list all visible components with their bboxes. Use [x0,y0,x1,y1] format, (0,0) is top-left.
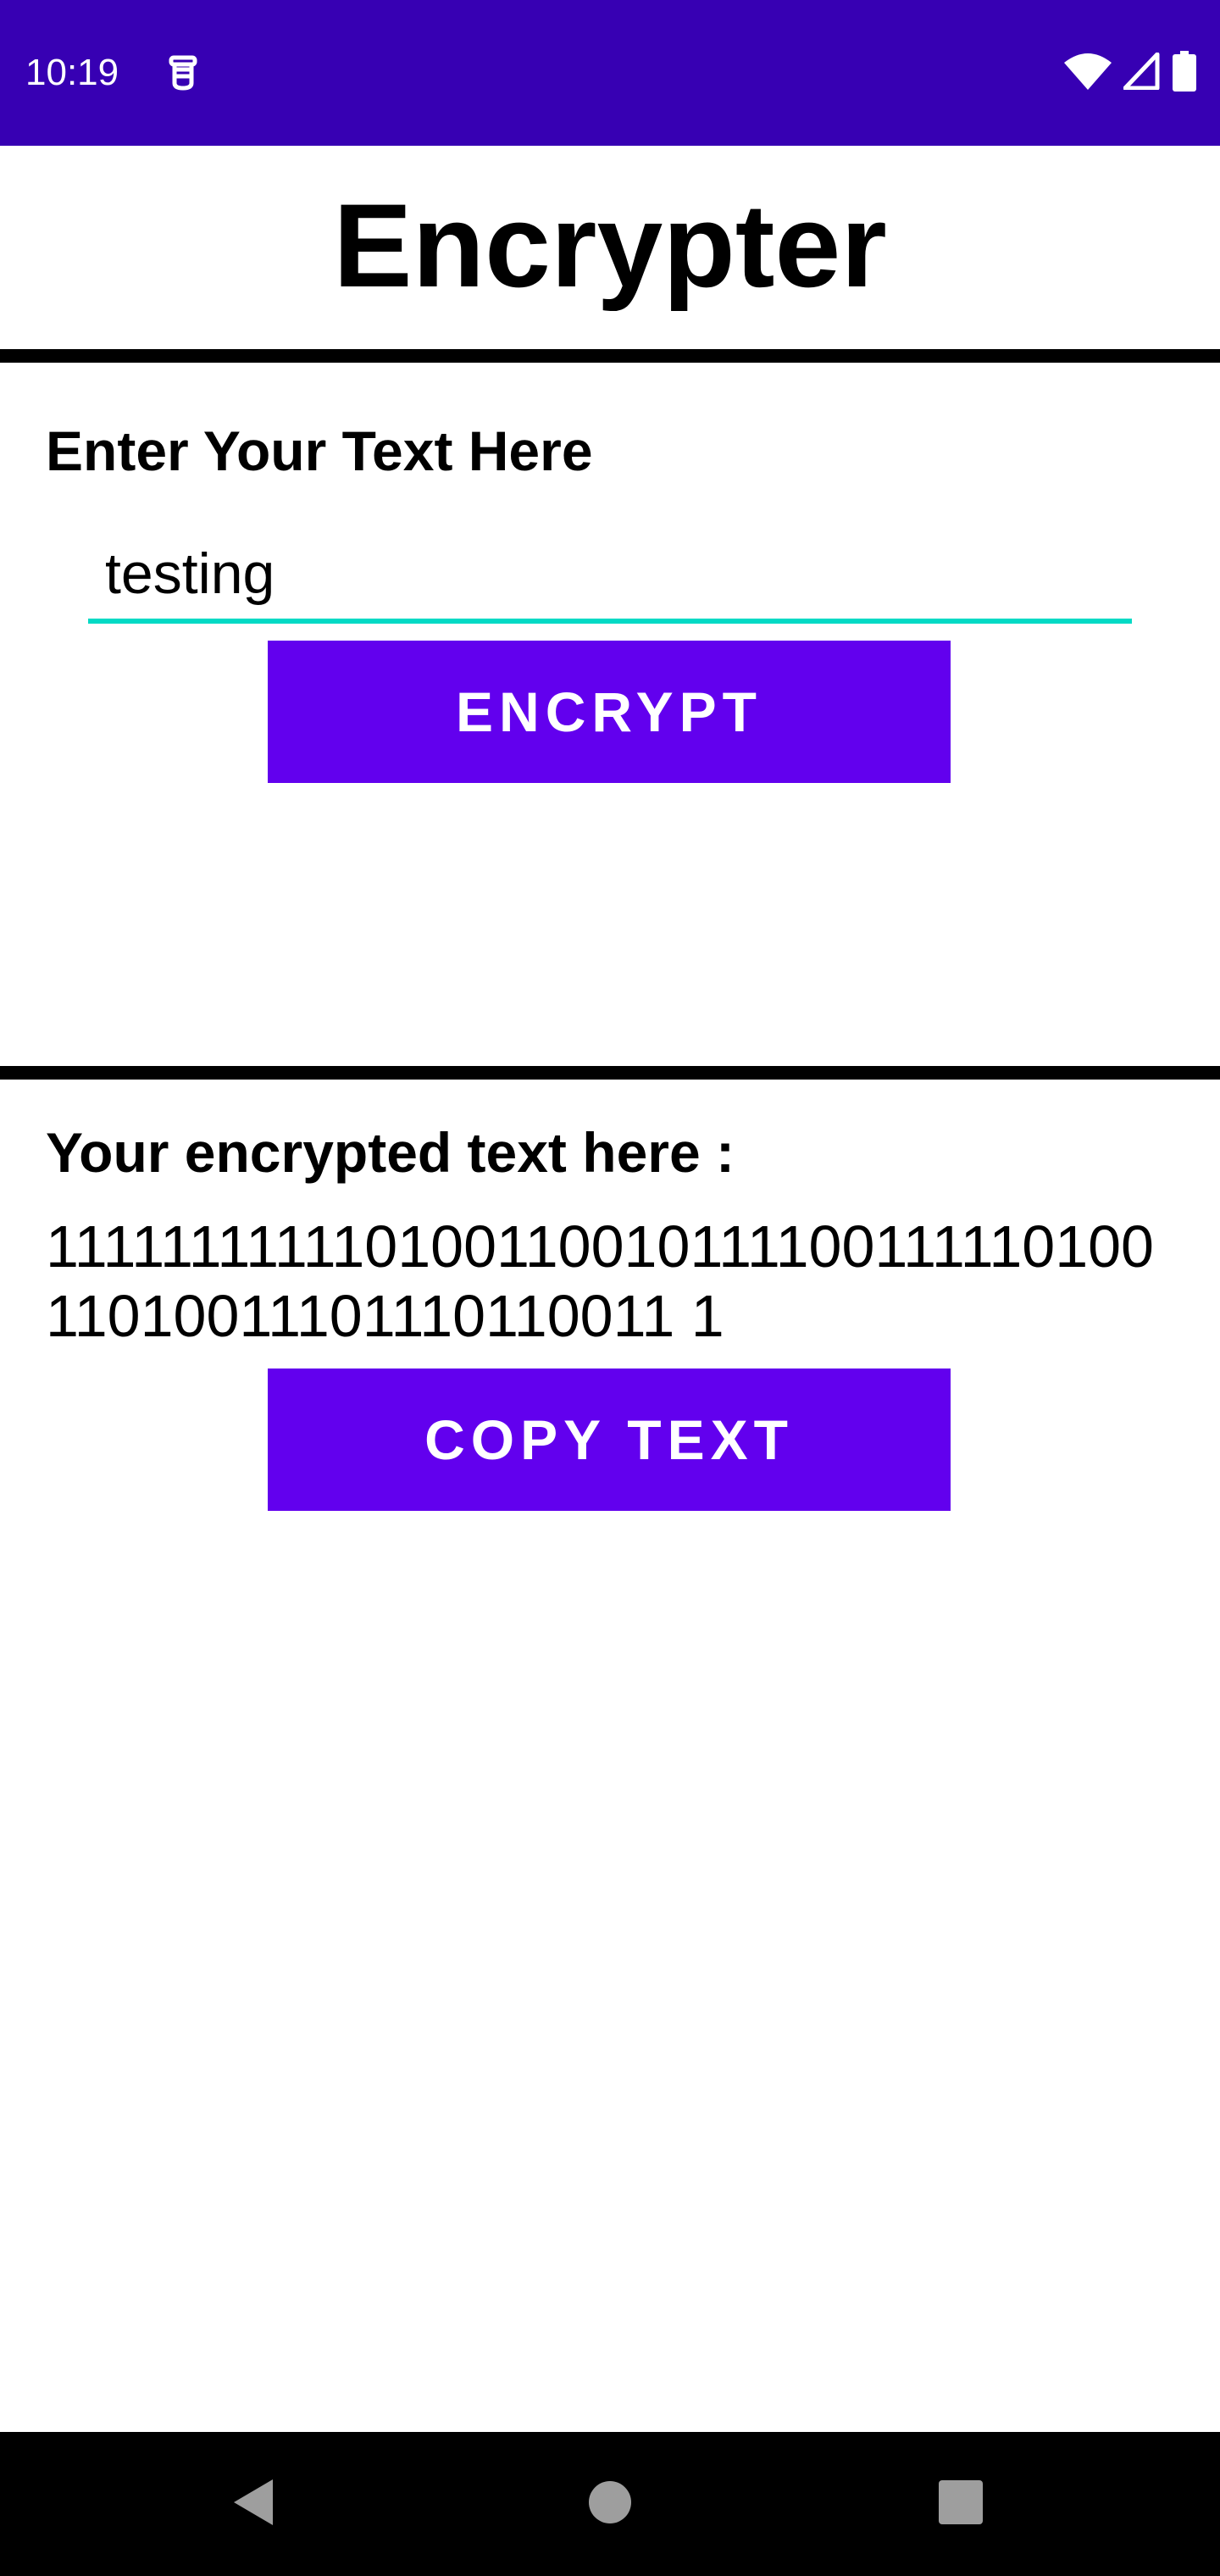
input-label: Enter Your Text Here [46,419,593,482]
home-button[interactable] [525,2432,695,2576]
back-triangle-icon [232,2478,276,2531]
status-bar: 10:19 [0,0,1220,146]
encrypted-output-text: 1111111111101001100101111001111101001101… [46,1213,1154,1349]
wifi-icon [1064,53,1112,94]
app-screen: 10:19 Encrypter Enter Your Text Here tes… [0,0,1220,2576]
output-label: Your encrypted text here : [46,1121,735,1184]
cell-signal-icon [1123,52,1161,94]
app-title: Encrypter [333,179,887,312]
battery-icon [1173,50,1196,96]
navigation-bar [0,2432,1220,2576]
copy-text-button[interactable]: COPY TEXT [268,1368,951,1511]
recents-square-icon [938,2479,984,2529]
home-circle-icon [587,2479,633,2529]
encrypt-button[interactable]: ENCRYPT [268,641,951,783]
text-input[interactable] [105,536,1113,612]
status-time: 10:19 [25,52,119,93]
recents-button[interactable] [876,2432,1045,2576]
status-indicators [1064,50,1196,96]
app-notification-icon [166,53,200,93]
text-input-field[interactable] [88,527,1132,624]
middle-divider [0,1066,1220,1080]
back-button[interactable] [169,2432,339,2576]
top-divider [0,349,1220,363]
